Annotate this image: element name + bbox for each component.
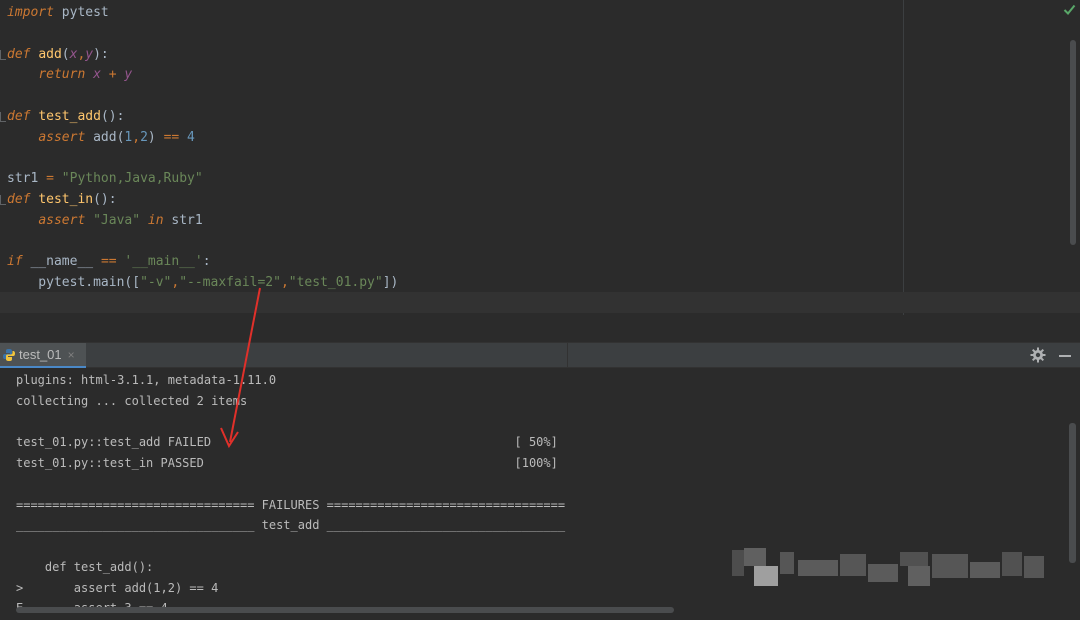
code-token: : — [202, 254, 211, 269]
code-token: , — [132, 129, 141, 145]
code-token: if — [7, 254, 23, 269]
editor-scrollbar[interactable] — [1070, 40, 1076, 245]
code-token: y — [85, 46, 94, 62]
code-token: str1 — [163, 212, 203, 228]
code-token: assert — [38, 212, 86, 228]
console-horizontal-scrollbar[interactable] — [16, 607, 674, 613]
code-token: "--maxfail=2" — [179, 274, 281, 290]
code-token: str1 — [7, 171, 47, 186]
code-token: == — [163, 129, 180, 145]
code-token: pytest.main([ — [7, 274, 141, 290]
console-line: collecting ... collected 2 items — [16, 393, 248, 408]
fold-marker-icon[interactable] — [0, 195, 6, 205]
code-token: pytest — [53, 5, 109, 20]
code-token: add( — [85, 129, 125, 145]
code-token: + — [100, 67, 125, 83]
code-token: y — [124, 67, 133, 83]
code-token: import — [7, 5, 54, 20]
code-token: return — [38, 67, 86, 83]
close-icon[interactable]: × — [68, 348, 75, 362]
console-line: ================================= FAILUR… — [16, 497, 566, 512]
code-token: x — [93, 67, 101, 83]
code-line[interactable]: assert "Java" in str1 — [7, 211, 398, 232]
code-line[interactable]: assert add(1,2) == 4 — [7, 128, 398, 149]
code-line[interactable] — [7, 24, 398, 45]
code-token: "test_01.py" — [288, 274, 383, 290]
code-line[interactable] — [7, 148, 398, 169]
code-line[interactable]: return x + y — [7, 65, 398, 86]
python-icon — [3, 348, 15, 361]
code-line[interactable]: pytest.main(["-v","--maxfail=2","test_01… — [7, 273, 398, 294]
code-token: = — [46, 171, 54, 186]
code-text[interactable]: import pytest def add(x,y): return x + y… — [7, 3, 398, 294]
fold-marker-icon[interactable] — [0, 50, 6, 60]
code-token: == — [100, 254, 117, 269]
code-token: (): — [100, 108, 125, 124]
inspection-ok-icon[interactable] — [1063, 3, 1076, 16]
code-token: , — [280, 274, 289, 290]
code-token: '__main__' — [124, 254, 203, 269]
console-line: _________________________________ test_a… — [16, 518, 566, 533]
console-line: test_01.py::test_add FAILED [ 50%] — [16, 435, 558, 450]
console-output[interactable]: plugins: html-3.1.1, metadata-1.11.0 coll… — [16, 370, 565, 619]
code-token: ) — [147, 129, 164, 145]
tab-test-01[interactable]: test_01 × — [0, 343, 86, 368]
minimize-icon[interactable] — [1059, 355, 1071, 357]
gear-icon[interactable] — [1030, 347, 1046, 363]
right-margin-guide — [903, 0, 904, 315]
code-line[interactable]: def test_add(): — [7, 107, 398, 128]
console-line: > assert add(1,2) == 4 — [16, 580, 219, 595]
code-editor[interactable]: import pytest def add(x,y): return x + y… — [0, 0, 1080, 315]
code-line[interactable]: str1 = "Python,Java,Ruby" — [7, 169, 398, 190]
code-token: "Java" — [93, 212, 141, 228]
code-line[interactable] — [7, 231, 398, 252]
code-line[interactable]: import pytest — [7, 3, 398, 24]
code-token: in — [147, 212, 164, 228]
code-token: __name__ — [22, 254, 101, 269]
code-token: 4 — [187, 129, 195, 145]
code-token: "-v" — [140, 274, 172, 290]
code-line[interactable]: def test_in(): — [7, 190, 398, 211]
code-line[interactable]: if __name__ == '__main__': — [7, 252, 398, 273]
code-token: def — [7, 108, 31, 124]
code-line[interactable]: def add(x,y): — [7, 45, 398, 66]
code-token: ( — [61, 46, 70, 62]
code-token: assert — [38, 129, 86, 145]
code-token: 2 — [140, 129, 148, 145]
code-token: (): — [93, 191, 117, 207]
tab-strip-divider — [567, 343, 568, 368]
console-line: test_01.py::test_in PASSED [100%] — [16, 456, 558, 470]
console-line: def test_add(): — [16, 559, 154, 574]
code-token: "Python,Java,Ruby" — [61, 171, 203, 186]
code-token: test_add — [38, 108, 101, 124]
console-vertical-scrollbar[interactable] — [1069, 423, 1076, 563]
code-token: def — [7, 191, 31, 207]
blurred-watermark — [732, 548, 1044, 588]
code-token: ): — [93, 46, 109, 62]
code-token: add — [38, 46, 62, 62]
code-token: test_in — [38, 191, 94, 207]
console-line: plugins: html-3.1.1, metadata-1.11.0 — [16, 373, 277, 387]
code-line[interactable] — [7, 86, 398, 107]
tab-label: test_01 — [19, 347, 62, 362]
code-token: def — [7, 46, 31, 62]
current-line-highlight — [0, 292, 1080, 313]
fold-marker-icon[interactable] — [0, 112, 6, 122]
code-token: ]) — [382, 274, 399, 290]
run-tool-window-header: test_01 × — [0, 342, 1080, 368]
